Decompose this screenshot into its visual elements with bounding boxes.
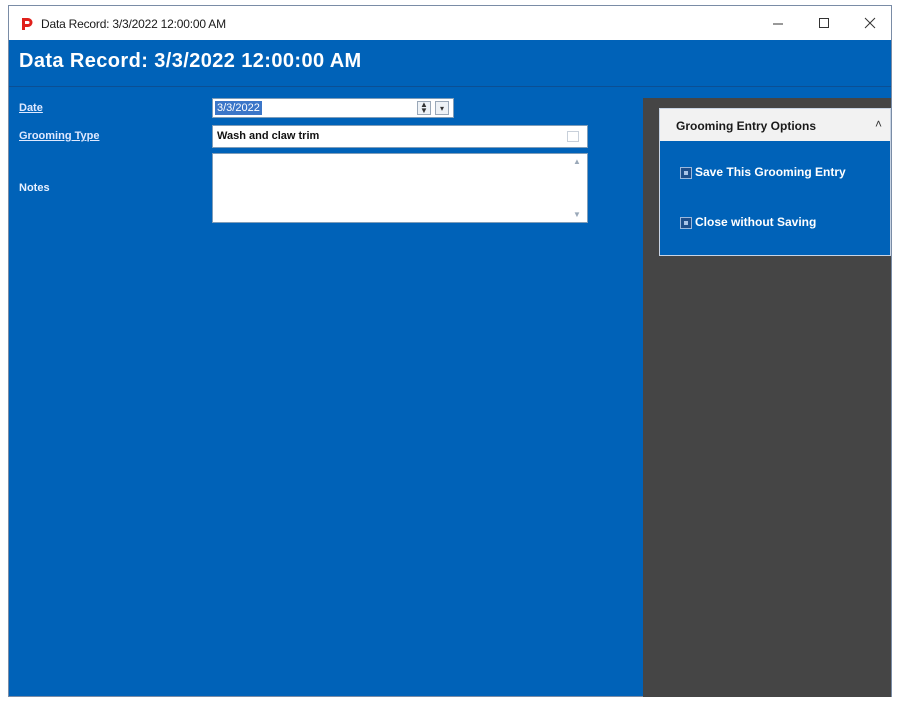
options-header[interactable]: Grooming Entry Options ˄ (660, 109, 890, 141)
save-icon (680, 167, 692, 179)
grooming-type-label[interactable]: Grooming Type (19, 130, 99, 142)
date-value[interactable]: 3/3/2022 (215, 101, 262, 115)
grooming-type-select[interactable]: Wash and claw trim (212, 125, 588, 148)
scroll-up-icon[interactable]: ▲ (573, 157, 581, 166)
notes-scrollbar[interactable]: ▲ ▼ (571, 156, 585, 220)
grooming-type-value: Wash and claw trim (217, 130, 320, 142)
notes-label: Notes (19, 182, 50, 194)
date-label[interactable]: Date (19, 102, 43, 114)
side-panel: Grooming Entry Options ˄ Save This Groom… (643, 98, 891, 697)
date-picker[interactable]: 3/3/2022 ▲ ▼ ▾ (212, 98, 454, 118)
app-window: Data Record: 3/3/2022 12:00:00 AM Data R… (8, 5, 892, 697)
page-title: Data Record: 3/3/2022 12:00:00 AM (19, 50, 362, 72)
dropdown-icon[interactable] (567, 131, 579, 142)
minimize-icon (773, 23, 783, 25)
header-divider (9, 86, 891, 87)
save-button-label: Save This Grooming Entry (695, 165, 846, 179)
maximize-icon (819, 18, 829, 28)
scroll-down-icon[interactable]: ▼ (573, 210, 581, 219)
options-title: Grooming Entry Options (676, 119, 816, 133)
options-panel: Grooming Entry Options ˄ Save This Groom… (659, 108, 891, 256)
notes-textarea[interactable]: ▲ ▼ (212, 153, 588, 223)
p-logo-icon (19, 16, 35, 32)
minimize-button[interactable] (755, 6, 801, 40)
close-button[interactable] (847, 6, 893, 40)
close-without-saving-label: Close without Saving (695, 215, 817, 229)
double-chevron-up-icon[interactable]: ˄ (875, 117, 882, 131)
date-spin-icon[interactable]: ▲ ▼ (417, 101, 431, 115)
close-box-icon (680, 217, 692, 229)
chevron-down-icon[interactable]: ▾ (435, 101, 449, 115)
maximize-button[interactable] (801, 6, 847, 40)
title-bar[interactable]: Data Record: 3/3/2022 12:00:00 AM (9, 6, 891, 40)
close-icon (864, 17, 876, 29)
window-title: Data Record: 3/3/2022 12:00:00 AM (41, 17, 226, 31)
